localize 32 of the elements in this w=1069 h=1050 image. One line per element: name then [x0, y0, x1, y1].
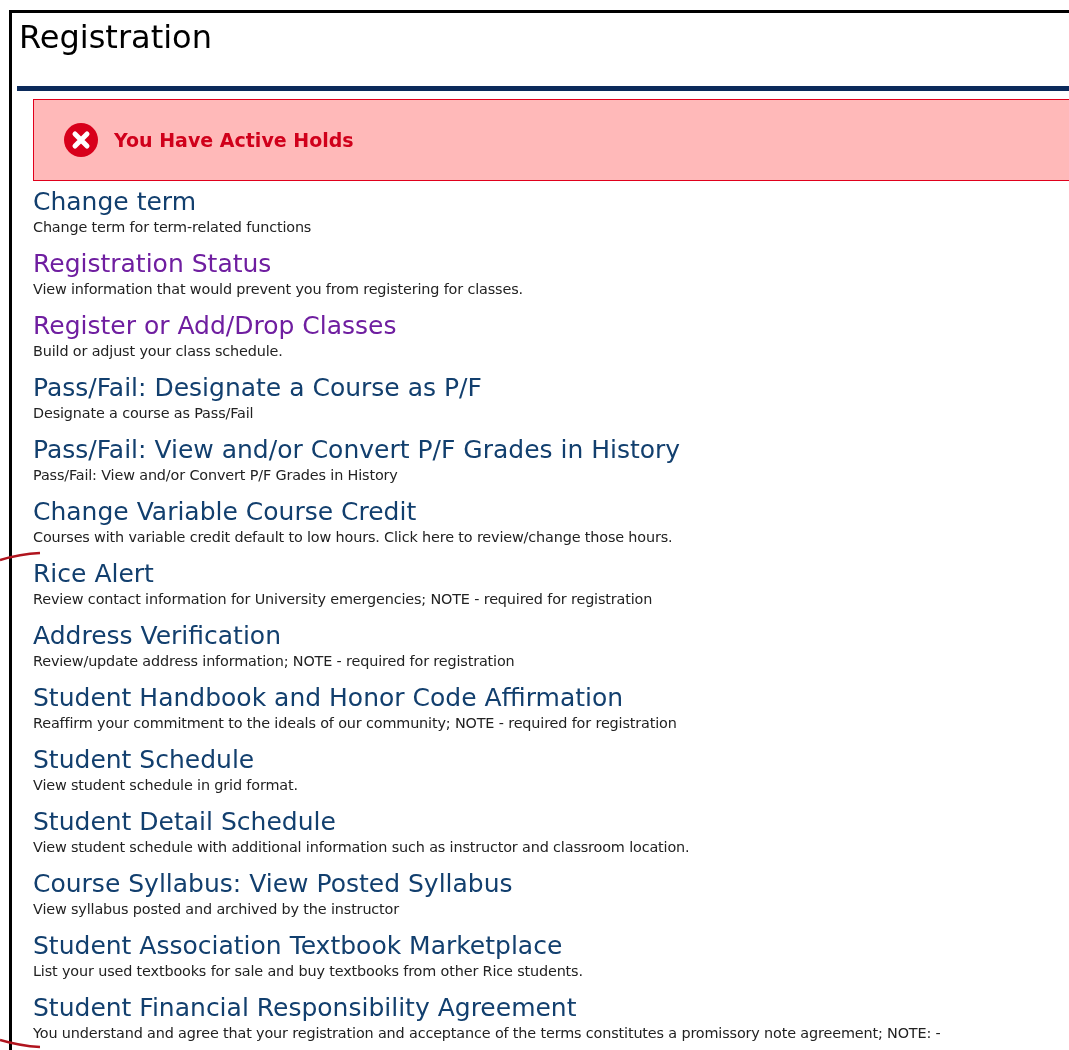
menu-link[interactable]: Change Variable Course Credit	[33, 496, 417, 527]
menu-link[interactable]: Rice Alert	[33, 558, 154, 589]
menu-link[interactable]: Course Syllabus: View Posted Syllabus	[33, 868, 513, 899]
menu-link[interactable]: Register or Add/Drop Classes	[33, 310, 397, 341]
link-description: Build or adjust your class schedule.	[33, 342, 283, 361]
link-description: Change term for term-related functions	[33, 218, 312, 237]
annotation-line	[0, 1038, 42, 1050]
link-description: Reaffirm your commitment to the ideals of our community; NOTE - required for registration	[33, 714, 677, 733]
link-description: View syllabus posted and archived by the instructor	[33, 900, 400, 919]
page-title: Registration	[18, 17, 212, 57]
link-description: Designate a course as Pass/Fail	[33, 404, 254, 423]
menu-link[interactable]: Student Detail Schedule	[33, 806, 336, 837]
menu-link[interactable]: Student Handbook and Honor Code Affirmation	[33, 682, 624, 713]
error-icon	[64, 123, 98, 157]
link-description: View student schedule with additional information such as instructor and classroom location.	[33, 838, 690, 857]
menu-link[interactable]: Registration Status	[33, 248, 272, 279]
menu-link[interactable]: Pass/Fail: View and/or Convert P/F Grades in History	[33, 434, 681, 465]
link-description: Review contact information for University emergencies; NOTE - required for registration	[33, 590, 653, 609]
menu-link[interactable]: Student Association Textbook Marketplace	[33, 930, 563, 961]
link-description: Review/update address information; NOTE - required for registration	[33, 652, 515, 671]
alert-message: You Have Active Holds	[114, 129, 354, 151]
menu-link[interactable]: Pass/Fail: Designate a Course as P/F	[33, 372, 482, 403]
link-description: Pass/Fail: View and/or Convert P/F Grades in History	[33, 466, 398, 485]
link-description: View student schedule in grid format.	[33, 776, 298, 795]
menu-link[interactable]: Student Financial Responsibility Agreement	[33, 992, 577, 1023]
link-description: Courses with variable credit default to low hours. Click here to review/change those hours.	[33, 528, 673, 547]
menu-link[interactable]: Student Schedule	[33, 744, 255, 775]
menu-link[interactable]: Change term	[33, 186, 197, 217]
link-description: List your used textbooks for sale and buy textbooks from other Rice students.	[33, 962, 583, 981]
menu-link[interactable]: Address Verification	[33, 620, 281, 651]
link-description: View information that would prevent you from registering for classes.	[33, 280, 523, 299]
link-description: You understand and agree that your registration and acceptance of the terms constitutes a promissory note agreement; NOTE: -	[33, 1024, 941, 1043]
